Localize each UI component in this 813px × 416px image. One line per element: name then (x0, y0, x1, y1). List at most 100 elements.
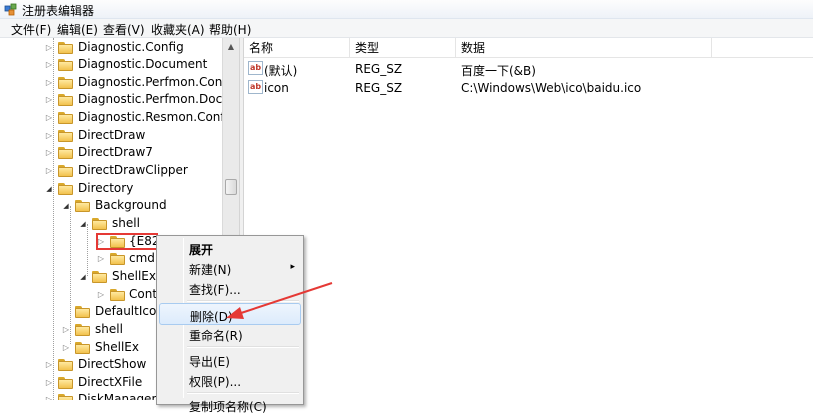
folder-icon (58, 165, 73, 177)
collapse-arrow-icon[interactable] (79, 272, 87, 281)
value-name: icon (264, 81, 289, 95)
menu-item-label: 复制项名称(C) (189, 400, 267, 414)
title-bar: 注册表编辑器 (0, 0, 813, 19)
menu-item-label: 新建(N) (189, 263, 232, 277)
tree-item[interactable]: Diagnostic.Config (0, 39, 222, 56)
collapse-arrow-icon[interactable] (62, 201, 70, 210)
column-header-name[interactable]: 名称 (244, 38, 350, 58)
folder-icon (58, 130, 73, 142)
tree-item-label: Diagnostic.Document (78, 57, 208, 71)
tree-item-label: Directory (78, 181, 134, 195)
menu-favorites[interactable]: 收藏夹(A) (149, 21, 207, 38)
expand-arrow-icon[interactable] (62, 325, 70, 334)
folder-icon (58, 112, 73, 124)
regedit-window: 注册表编辑器 文件(F) 编辑(E) 查看(V) 收藏夹(A) 帮助(H) Di… (0, 0, 813, 414)
expand-arrow-icon[interactable] (45, 78, 53, 87)
folder-icon (58, 42, 73, 54)
expand-arrow-icon[interactable] (45, 360, 53, 369)
tree-item-label: DirectXFile (78, 375, 143, 389)
menu-item-label: 权限(P)... (189, 375, 242, 389)
folder-icon (58, 394, 73, 400)
values-list[interactable]: 名称 类型 数据 ab (默认) REG_SZ 百度一下(&B) ab icon… (244, 38, 813, 400)
tree-item-label: Diagnostic.Perfmon.Docume (78, 92, 239, 106)
tree-item-label: shell (95, 322, 123, 336)
tree-item[interactable]: Diagnostic.Resmon.Config (0, 109, 236, 126)
expand-arrow-icon[interactable] (97, 290, 105, 299)
folder-icon (58, 94, 73, 106)
tree-item[interactable]: DirectDraw (0, 127, 222, 144)
collapse-arrow-icon[interactable] (79, 219, 87, 228)
tree-item-shell[interactable]: shell (0, 215, 222, 232)
value-row[interactable]: ab icon REG_SZ C:\Windows\Web\ico\baidu.… (244, 78, 813, 97)
expand-arrow-icon[interactable] (45, 43, 53, 52)
menu-edit[interactable]: 编辑(E) (55, 21, 100, 38)
tree-item-directory[interactable]: Directory (0, 180, 222, 197)
folder-icon (75, 306, 90, 318)
expand-arrow-icon[interactable] (45, 95, 53, 104)
folder-icon (110, 289, 125, 301)
expand-arrow-icon[interactable] (45, 378, 53, 387)
tree-item-label: shell (112, 216, 140, 230)
menu-view[interactable]: 查看(V) (101, 21, 147, 38)
tree-item-label: cmd (129, 251, 155, 265)
folder-icon (110, 253, 125, 265)
value-name: (默认) (264, 64, 298, 78)
tree-item-label: ShellEx (112, 269, 156, 283)
tree-item-label: Diagnostic.Perfmon.Config (78, 75, 238, 89)
context-menu-expand[interactable]: 展开 (159, 237, 301, 259)
annotation-highlight-box (96, 233, 158, 250)
expand-arrow-icon[interactable] (45, 148, 53, 157)
folder-open-icon (92, 271, 107, 283)
folder-open-icon (58, 183, 73, 195)
menu-bar: 文件(F) 编辑(E) 查看(V) 收藏夹(A) 帮助(H) (0, 19, 813, 38)
menu-item-label: 导出(E) (189, 355, 230, 369)
tree-item[interactable]: Diagnostic.Document (0, 56, 222, 73)
value-type: REG_SZ (355, 81, 403, 95)
folder-icon (58, 147, 73, 159)
expand-arrow-icon[interactable] (62, 343, 70, 352)
menu-help[interactable]: 帮助(H) (207, 21, 253, 38)
tree-item[interactable]: DirectDrawClipper (0, 162, 222, 179)
expand-arrow-icon[interactable] (45, 395, 53, 400)
value-row[interactable]: ab (默认) REG_SZ 百度一下(&B) (244, 59, 813, 78)
column-header-type[interactable]: 类型 (350, 38, 456, 58)
folder-icon (58, 377, 73, 389)
tree-item-label: DirectShow (78, 357, 147, 371)
folder-icon (75, 324, 90, 336)
scroll-up-arrow-icon[interactable]: ▲ (223, 38, 239, 55)
expand-arrow-icon[interactable] (45, 60, 53, 69)
folder-open-icon (75, 200, 90, 212)
menu-item-label: 重命名(R) (189, 329, 243, 343)
expand-arrow-icon[interactable] (45, 131, 53, 140)
scroll-thumb[interactable] (225, 179, 237, 195)
expand-arrow-icon[interactable] (45, 113, 53, 122)
menu-item-label: 展开 (189, 243, 214, 257)
context-menu-copy-key-name[interactable]: 复制项名称(C) (159, 394, 301, 416)
string-value-icon: ab (248, 80, 263, 94)
value-type: REG_SZ (355, 62, 403, 76)
tree-item-label: DirectDraw7 (78, 145, 153, 159)
value-data: 百度一下(&B) (461, 64, 536, 78)
expand-arrow-icon[interactable] (45, 166, 53, 175)
tree-item-label: Diagnostic.Resmon.Config (78, 110, 236, 124)
collapse-arrow-icon[interactable] (45, 184, 53, 193)
folder-open-icon (92, 218, 107, 230)
context-menu-new[interactable]: 新建(N) ▸ (159, 257, 301, 279)
tree-item-label: Diagnostic.Config (78, 40, 184, 54)
context-menu-permissions[interactable]: 权限(P)... (159, 369, 301, 391)
tree-item[interactable]: Diagnostic.Perfmon.Docume (0, 91, 239, 108)
tree-item-label: ShellEx (95, 340, 139, 354)
folder-icon (58, 59, 73, 71)
annotation-arrow-icon (226, 282, 333, 319)
tree-item-background[interactable]: Background (0, 197, 222, 214)
submenu-arrow-icon: ▸ (290, 262, 295, 272)
tree-item[interactable]: DirectDraw7 (0, 144, 222, 161)
tree-item-label: DirectDrawClipper (78, 163, 188, 177)
expand-arrow-icon[interactable] (97, 254, 105, 263)
tree-item-label: Background (95, 198, 167, 212)
context-menu-export[interactable]: 导出(E) (159, 349, 301, 371)
value-data: C:\Windows\Web\ico\baidu.ico (461, 81, 642, 95)
tree-item[interactable]: Diagnostic.Perfmon.Config (0, 74, 238, 91)
column-header-data[interactable]: 数据 (456, 38, 712, 58)
menu-file[interactable]: 文件(F) (9, 21, 53, 38)
